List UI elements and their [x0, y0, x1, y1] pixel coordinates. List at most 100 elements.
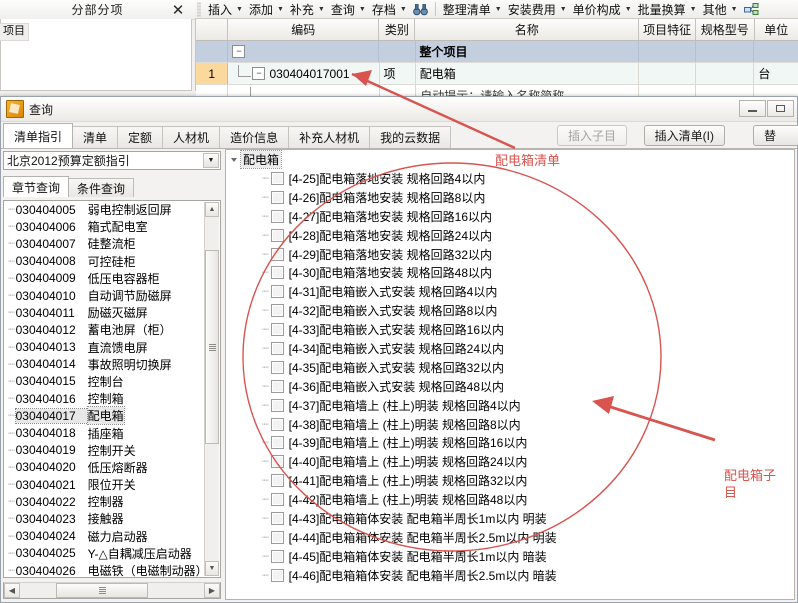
list-item[interactable]: ┈ 030404024 磁力启动器 — [4, 528, 220, 545]
list-item[interactable]: ┈ [4-43]配电箱箱体安装 配电箱半周长1m以内 明装 — [226, 509, 794, 528]
tab-qingdan[interactable]: 清单 — [72, 126, 119, 148]
list-item[interactable]: ┈ 030404006 箱式配电室 — [4, 218, 220, 235]
scrollbar-thumb[interactable] — [56, 583, 148, 598]
checkbox[interactable] — [270, 398, 284, 412]
checkbox[interactable] — [270, 266, 284, 280]
checkbox[interactable] — [270, 209, 284, 223]
standard-select[interactable]: 北京2012预算定额指引 ▼ — [3, 151, 221, 170]
list-item[interactable]: ┈ 030404021 限位开关 — [4, 476, 220, 493]
chevron-down-icon[interactable]: ▼ — [203, 153, 219, 168]
list-item[interactable]: ┈ 030404026 电磁铁（电磁制动器） — [4, 562, 220, 577]
toolbar-organize-list[interactable]: 整理清单 ▼ — [440, 1, 505, 18]
checkbox[interactable] — [270, 568, 284, 582]
list-item[interactable]: ┈ [4-33]配电箱嵌入式安装 规格回路16以内 — [226, 320, 794, 339]
toolbar-batch-convert[interactable]: 批量换算 ▼ — [635, 1, 700, 18]
toolbar-install-cost[interactable]: 安装费用 ▼ — [505, 1, 570, 18]
list-item[interactable]: ┈ 030404010 自动调节励磁屏 — [4, 287, 220, 304]
tab-rencaiji[interactable]: 人材机 — [162, 126, 221, 148]
tab-dinge[interactable]: 定额 — [117, 126, 164, 148]
left-vertical-scrollbar[interactable]: ▲ ▼ — [204, 202, 219, 576]
checkbox[interactable] — [270, 247, 284, 261]
toolbar-other[interactable]: 其他 ▼ — [700, 1, 741, 18]
list-item[interactable]: ┈ [4-40]配电箱墙上 (柱上)明装 规格回路24以内 — [226, 452, 794, 471]
list-item[interactable]: ┈ 030404009 低压电容器柜 — [4, 270, 220, 287]
list-item[interactable]: ┈ [4-30]配电箱落地安装 规格回路48以内 — [226, 263, 794, 282]
checkbox[interactable] — [270, 417, 284, 431]
left-horizontal-scrollbar[interactable]: ◀ ▶ — [3, 582, 221, 599]
checkbox[interactable] — [270, 549, 284, 563]
list-item[interactable]: ┈ [4-27]配电箱落地安装 规格回路16以内 — [226, 207, 794, 226]
checkbox[interactable] — [270, 493, 284, 507]
minimize-button[interactable] — [739, 100, 766, 117]
list-item[interactable]: ┈ [4-35]配电箱嵌入式安装 规格回路32以内 — [226, 358, 794, 377]
list-item[interactable]: ┈ 030404023 接触器 — [4, 510, 220, 527]
list-item[interactable]: ┈ [4-41]配电箱墙上 (柱上)明装 规格回路32以内 — [226, 471, 794, 490]
toolbar-supplement[interactable]: 补充 ▼ — [287, 1, 328, 18]
checkbox[interactable] — [270, 304, 284, 318]
list-item[interactable]: ┈ [4-45]配电箱箱体安装 配电箱半周长1m以内 暗装 — [226, 547, 794, 566]
table-row[interactable]: − 整个项目 — [196, 41, 798, 63]
list-item[interactable]: ┈ [4-44]配电箱箱体安装 配电箱半周长2.5m以内 明装 — [226, 528, 794, 547]
grid-header-spec[interactable]: 规格型号 — [696, 19, 755, 40]
definition-tree[interactable]: 配电箱 ┈ [4-25]配电箱落地安装 规格回路4以内 ┈ [4-26]配电箱落地安装… — [225, 149, 795, 600]
list-item[interactable]: ┈ [4-34]配电箱嵌入式安装 规格回路24以内 — [226, 339, 794, 358]
close-icon[interactable]: ✕ — [167, 1, 189, 19]
list-item[interactable]: ┈ 030404015 控制台 — [4, 373, 220, 390]
checkbox[interactable] — [270, 285, 284, 299]
list-item[interactable]: ┈ 030404016 控制箱 — [4, 390, 220, 407]
collapse-icon[interactable]: − — [232, 45, 246, 58]
query-window-titlebar[interactable]: 查询 — [1, 97, 797, 122]
list-item[interactable]: ┈ [4-36]配电箱嵌入式安装 规格回路48以内 — [226, 377, 794, 396]
binoculars-icon[interactable] — [410, 1, 431, 18]
tab-fenbufenxiang[interactable]: 分部分项 — [0, 0, 195, 20]
checkbox[interactable] — [270, 323, 284, 337]
list-item[interactable]: ┈ [4-38]配电箱墙上 (柱上)明装 规格回路8以内 — [226, 415, 794, 434]
replace-button[interactable]: 替 — [753, 125, 798, 146]
list-item[interactable]: ┈ [4-31]配电箱嵌入式安装 规格回路4以内 — [226, 282, 794, 301]
toolbar-add[interactable]: 添加 ▼ — [246, 1, 287, 18]
tab-buchongrencaiji[interactable]: 补充人材机 — [288, 126, 371, 148]
network-share-icon[interactable] — [741, 1, 762, 18]
list-item[interactable]: ┈ 030404012 蓄电池屏（柜） — [4, 321, 220, 338]
tab-condition-query[interactable]: 条件查询 — [68, 178, 135, 197]
checkbox[interactable] — [270, 455, 284, 469]
list-item[interactable]: ┈ [4-42]配电箱墙上 (柱上)明装 规格回路48以内 — [226, 490, 794, 509]
list-item[interactable]: ┈ [4-28]配电箱落地安装 规格回路24以内 — [226, 226, 794, 245]
checkbox[interactable] — [270, 530, 284, 544]
list-item[interactable]: ┈ [4-39]配电箱墙上 (柱上)明装 规格回路16以内 — [226, 433, 794, 452]
list-item[interactable]: ┈ [4-29]配电箱落地安装 规格回路32以内 — [226, 245, 794, 264]
toolbar-archive[interactable]: 存档 ▼ — [369, 1, 410, 18]
checkbox[interactable] — [270, 171, 284, 185]
scroll-right-arrow-icon[interactable]: ▶ — [204, 583, 220, 598]
list-item[interactable]: ┈ [4-37]配电箱墙上 (柱上)明装 规格回路4以内 — [226, 396, 794, 415]
list-item[interactable]: ┈ 030404005 弱电控制返回屏 — [4, 201, 220, 218]
tab-zaojiaxinxi[interactable]: 造价信息 — [219, 126, 290, 148]
scroll-up-arrow-icon[interactable]: ▲ — [205, 202, 219, 217]
list-item[interactable]: ┈ 030404007 硅整流柜 — [4, 235, 220, 252]
checkbox[interactable] — [270, 190, 284, 204]
tab-qingdanzhiyin[interactable]: 清单指引 — [3, 123, 74, 148]
toolbar-unit-price[interactable]: 单价构成 ▼ — [570, 1, 635, 18]
list-item[interactable]: ┈ 030404011 励磁灭磁屏 — [4, 304, 220, 321]
grid-header-category[interactable]: 类别 — [379, 19, 416, 40]
restore-button[interactable] — [767, 100, 794, 117]
checkbox[interactable] — [270, 474, 284, 488]
scrollbar-thumb[interactable] — [205, 250, 219, 444]
list-item[interactable]: ┈ 030404013 直流馈电屏 — [4, 339, 220, 356]
row-code-cell[interactable]: − 030404017001 — [228, 63, 380, 84]
list-item[interactable]: ┈ 030404018 插座箱 — [4, 424, 220, 441]
checkbox[interactable] — [270, 436, 284, 450]
triangle-expand-icon[interactable] — [231, 157, 237, 162]
grid-header-unit[interactable]: 单位 — [755, 19, 798, 40]
list-item[interactable]: ┈ 030404025 Y-△自耦减压启动器 — [4, 545, 220, 562]
list-item[interactable]: ┈ 030404008 可控硅柜 — [4, 253, 220, 270]
checkbox[interactable] — [270, 228, 284, 242]
grid-header-code[interactable]: 编码 — [228, 19, 380, 40]
checkbox[interactable] — [270, 341, 284, 355]
grid-header-feature[interactable]: 项目特征 — [639, 19, 696, 40]
list-item[interactable]: ┈ [4-32]配电箱嵌入式安装 规格回路8以内 — [226, 301, 794, 320]
row-code-cell[interactable]: − — [228, 41, 380, 62]
list-item[interactable]: ┈ 030404020 低压熔断器 — [4, 459, 220, 476]
scroll-down-arrow-icon[interactable]: ▼ — [205, 561, 219, 576]
list-item[interactable]: ┈ 030404014 事故照明切换屏 — [4, 356, 220, 373]
